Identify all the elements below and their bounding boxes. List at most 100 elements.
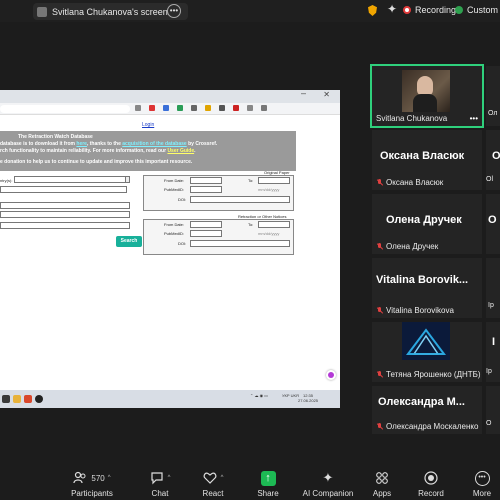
media-player-icon[interactable] <box>35 395 43 403</box>
tile-more-icon[interactable]: ••• <box>470 114 478 123</box>
taskbar-app-icon[interactable] <box>2 395 10 403</box>
close-window-icon[interactable]: ✕ <box>323 90 330 99</box>
search-button[interactable]: Search <box>116 236 142 247</box>
more-icon: ••• <box>474 470 490 486</box>
participant-name: Олександра Москаленко <box>386 422 479 431</box>
participant-tile[interactable]: Олександра М... Олександра Москаленко <box>372 386 482 434</box>
participant-name: Олена Дручек <box>386 242 439 251</box>
taskbar-app-icon[interactable] <box>24 395 32 403</box>
chat-button[interactable]: ^ Chat <box>132 470 188 498</box>
extension-green-icon[interactable] <box>177 105 183 111</box>
to-date-input[interactable] <box>258 177 290 184</box>
pubmed-label: PubMedID: <box>164 231 185 236</box>
share-view-tab[interactable]: Svitlana Chukanova's screen <box>33 3 188 20</box>
user-guide-link[interactable]: User Guide <box>167 148 194 154</box>
tray-icons[interactable]: ⌃ ☁ ◉ ▭ <box>250 393 268 398</box>
chevron-up-icon[interactable]: ^ <box>108 475 111 481</box>
react-button[interactable]: ^ React <box>185 470 241 498</box>
participant-tile[interactable]: Оксана Власюк Оксана Власюк <box>372 130 482 190</box>
participant-name: О <box>486 420 492 427</box>
participant-name: Оксана Власюк <box>386 178 444 187</box>
participant-tile[interactable]: Vitalina Borovik... Vitalina Borovikova <box>372 258 482 318</box>
retraction-pubmed-input[interactable] <box>190 230 222 237</box>
browser-tab-strip: – ✕ <box>0 90 340 103</box>
extension-new-badge-icon[interactable] <box>233 105 239 111</box>
participant-name: Ol <box>486 176 493 183</box>
muted-mic-icon <box>376 306 383 315</box>
here-link[interactable]: here <box>76 141 87 147</box>
participant-tile-partial[interactable]: Ол <box>486 66 500 126</box>
extension-blue-icon[interactable] <box>163 105 169 111</box>
participant-display-name: Vitalina Borovik... <box>376 274 469 286</box>
chat-label: Chat <box>151 489 169 498</box>
chevron-down-icon[interactable] <box>125 176 130 183</box>
participant-tile-partial[interactable]: О Ol <box>486 130 500 190</box>
participant-tile-partial[interactable]: О <box>486 386 500 434</box>
extension-dark-icon[interactable] <box>219 105 225 111</box>
extension-red-icon[interactable] <box>149 105 155 111</box>
retraction-from-date-input[interactable] <box>190 221 222 228</box>
banner-title: The Retraction Watch Database <box>18 134 93 140</box>
ai-companion-button[interactable]: ✦ AI Companion <box>300 470 356 498</box>
text-field-4[interactable] <box>0 222 130 229</box>
doi-input[interactable] <box>190 196 290 203</box>
share-arrow-icon: ↑ <box>260 470 276 486</box>
clock[interactable]: 12:35 27.06.2025 <box>298 393 318 403</box>
from-date-input[interactable] <box>190 177 222 184</box>
participant-tile[interactable]: Тетяна Ярошенко (ДНТБ) <box>372 322 482 382</box>
banner-text: rch functionality to maintain reliabilit… <box>0 148 168 154</box>
apps-button[interactable]: Apps <box>354 470 410 498</box>
custom-status-icon <box>455 6 463 14</box>
browser-url-bar <box>0 103 340 115</box>
participant-display-name: Олександра М... <box>378 396 465 408</box>
participant-tile-partial[interactable]: О <box>486 194 500 254</box>
keyboard-language[interactable]: УКР UKR <box>282 393 299 398</box>
participants-count: 570 <box>91 473 105 483</box>
ai-sparkle-icon[interactable]: ✦ <box>387 2 397 16</box>
pubmed-input[interactable] <box>190 186 222 193</box>
chevron-up-icon[interactable]: ^ <box>168 475 171 481</box>
star-icon[interactable] <box>135 105 141 111</box>
security-shield-icon[interactable] <box>368 5 377 16</box>
banner-line-2: rch functionality to maintain reliabilit… <box>0 148 196 154</box>
participant-tile-video[interactable]: Svitlana Chukanova ••• <box>370 64 484 128</box>
extension-yellow-icon[interactable] <box>205 105 211 111</box>
select-field-3[interactable] <box>0 211 130 218</box>
menu-icon[interactable] <box>261 105 267 111</box>
recording-indicator-icon <box>403 6 411 14</box>
share-more-options-icon[interactable]: ••• <box>167 4 181 18</box>
extension-grey-icon[interactable] <box>191 105 197 111</box>
participant-name: Ір <box>488 302 494 309</box>
participants-label: Participants <box>71 489 113 498</box>
chevron-up-icon[interactable]: ^ <box>221 475 224 481</box>
login-link[interactable]: Login <box>142 122 154 128</box>
donate-text: e donation to help us to continue to upd… <box>0 159 193 165</box>
minimize-icon[interactable]: – <box>301 90 306 98</box>
participant-body <box>413 94 437 112</box>
to-label: To: <box>248 178 254 183</box>
retraction-to-date-input[interactable] <box>258 221 290 228</box>
text-field-1[interactable] <box>0 186 127 193</box>
recording-label[interactable]: Recording <box>415 5 456 15</box>
participant-display-name: Оксана Власюк <box>380 150 465 162</box>
participant-name: Svitlana Chukanova <box>376 114 448 123</box>
acquisition-link[interactable]: acquisition of the database <box>122 141 186 147</box>
country-select[interactable] <box>14 176 130 183</box>
custom-label[interactable]: Custom Li <box>467 5 500 15</box>
select-field-2[interactable] <box>0 202 130 209</box>
retraction-doi-input[interactable] <box>190 240 290 247</box>
participant-face <box>417 76 433 96</box>
share-button[interactable]: ↑ Share <box>240 470 296 498</box>
file-explorer-icon[interactable] <box>13 395 21 403</box>
participant-name: Ол <box>488 110 498 117</box>
participants-button[interactable]: 570 ^ Participants <box>64 470 120 498</box>
assistant-bubble-icon[interactable] <box>326 370 336 380</box>
profile-icon[interactable] <box>247 105 253 111</box>
participant-tile[interactable]: Олена Дручек Олена Дручек <box>372 194 482 254</box>
record-button[interactable]: Record <box>403 470 459 498</box>
share-label: Share <box>257 489 279 498</box>
more-button[interactable]: ••• More <box>454 470 500 498</box>
address-field[interactable] <box>0 105 130 113</box>
participant-tile-partial[interactable]: І Ір <box>486 322 500 382</box>
participant-tile-partial[interactable]: Ір <box>486 258 500 318</box>
